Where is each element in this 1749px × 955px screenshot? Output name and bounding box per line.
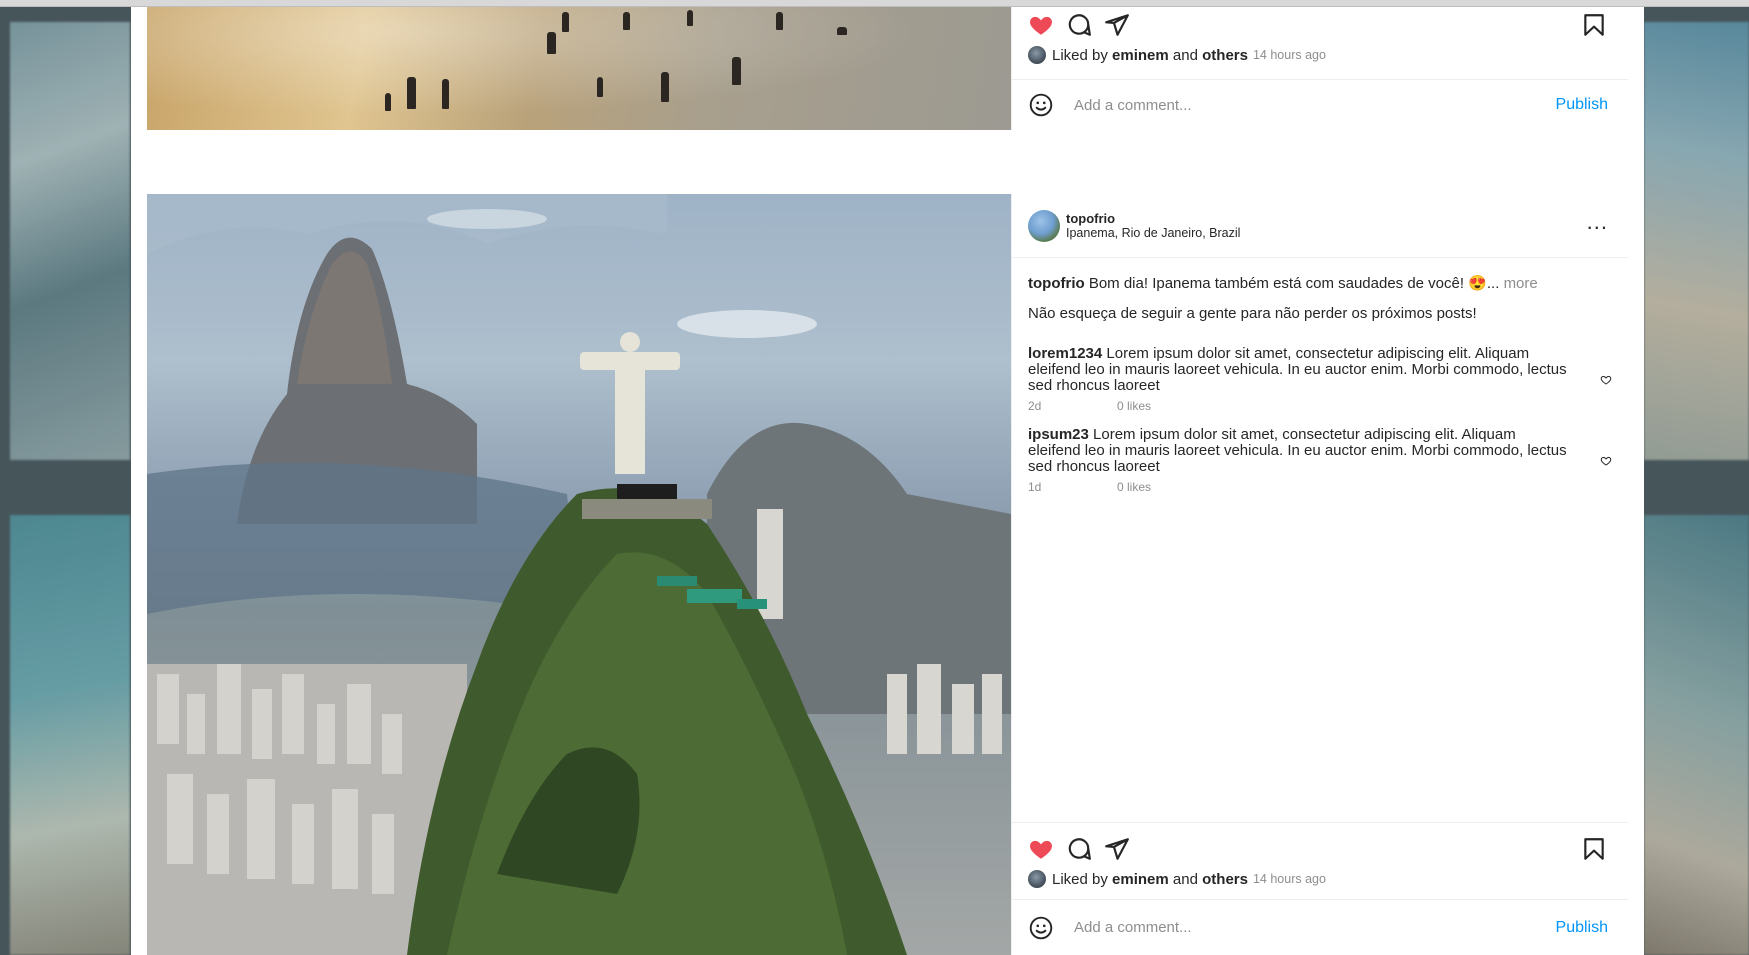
heart-filled-icon[interactable] — [1028, 836, 1054, 862]
caption-text: Bom dia! Ipanema também está com saudade… — [1088, 275, 1500, 292]
post-timestamp: 14 hours ago — [1252, 48, 1326, 62]
comment-text: Lorem ipsum dolor sit amet, consectetur … — [1028, 345, 1567, 394]
comment-age: 2d — [1028, 399, 1042, 413]
background-post-thumbnail — [10, 22, 130, 460]
browser-top-strip — [0, 0, 1749, 7]
liked-by-text: Liked by — [1052, 46, 1108, 64]
bookmark-icon[interactable] — [1581, 12, 1607, 38]
share-icon[interactable] — [1104, 12, 1130, 38]
caption-line-2: Não esqueça de seguir a gente para não p… — [1028, 305, 1477, 322]
comment-age: 1d — [1028, 480, 1042, 494]
more-options-button[interactable]: ... — [1583, 210, 1612, 241]
comment-username-link[interactable]: ipsum23 — [1028, 426, 1089, 443]
comments-list[interactable]: topofrio Bom dia! Ipanema também está co… — [1012, 258, 1628, 822]
comment-likes-count[interactable]: 0 likes — [1117, 399, 1151, 413]
share-icon[interactable] — [1104, 836, 1130, 862]
liked-by-and-text: and — [1172, 870, 1198, 888]
post-actions: Liked by eminem and others 14 hours ago — [1012, 7, 1628, 65]
background-post-thumbnail — [1644, 22, 1749, 460]
caption-more-link[interactable]: more — [1504, 275, 1538, 292]
emoji-icon[interactable] — [1028, 92, 1054, 118]
comment-item: ipsum23 Lorem ipsum dolor sit amet, cons… — [1028, 427, 1612, 494]
post-image-beach[interactable] — [147, 7, 1011, 130]
background-post-thumbnail — [10, 515, 130, 955]
post-timestamp: 14 hours ago — [1252, 872, 1326, 886]
liker-avatar[interactable] — [1028, 870, 1046, 888]
post-location-link[interactable]: Ipanema, Rio de Janeiro, Brazil — [1066, 226, 1240, 241]
post-side-panel: Liked by eminem and others 14 hours ago … — [1011, 7, 1628, 130]
comment-text: Lorem ipsum dolor sit amet, consectetur … — [1028, 426, 1567, 475]
post-side-panel: topofrio Ipanema, Rio de Janeiro, Brazil… — [1011, 194, 1628, 955]
post-card: topofrio Ipanema, Rio de Janeiro, Brazil… — [147, 194, 1628, 955]
liker-avatar[interactable] — [1028, 46, 1046, 64]
comment-icon[interactable] — [1066, 12, 1092, 38]
comment-item: lorem1234 Lorem ipsum dolor sit amet, co… — [1028, 346, 1612, 413]
liked-by-user-link[interactable]: eminem — [1112, 47, 1169, 64]
rio-landscape-illustration — [147, 194, 1011, 955]
comment-likes-count[interactable]: 0 likes — [1117, 480, 1151, 494]
emoji-icon[interactable] — [1028, 915, 1054, 941]
liked-by-user-link[interactable]: eminem — [1112, 871, 1169, 888]
likes-summary: Liked by eminem and others 14 hours ago — [1028, 45, 1612, 65]
background-post-thumbnail — [1644, 515, 1749, 955]
caption-username-link[interactable]: topofrio — [1028, 275, 1085, 292]
user-avatar[interactable] — [1028, 209, 1060, 242]
post-image-christ-the-redeemer[interactable] — [147, 194, 1011, 955]
post-card-previous: Liked by eminem and others 14 hours ago … — [147, 7, 1628, 130]
post-username-link[interactable]: topofrio — [1066, 211, 1240, 226]
post-caption: topofrio Bom dia! Ipanema também está co… — [1028, 274, 1612, 294]
publish-button[interactable]: Publish — [1556, 919, 1608, 937]
liked-by-others-link[interactable]: others — [1202, 47, 1248, 64]
comment-heart-icon[interactable] — [1600, 374, 1612, 386]
comment-username-link[interactable]: lorem1234 — [1028, 345, 1102, 362]
comment-heart-icon[interactable] — [1600, 455, 1612, 467]
heart-filled-icon[interactable] — [1028, 12, 1054, 38]
post-actions: Liked by eminem and others 14 hours ago — [1012, 822, 1628, 889]
likes-summary: Liked by eminem and others 14 hours ago — [1028, 869, 1612, 889]
bookmark-icon[interactable] — [1581, 836, 1607, 862]
comment-input[interactable] — [1074, 96, 1556, 114]
publish-button[interactable]: Publish — [1556, 96, 1608, 114]
liked-by-text: Liked by — [1052, 870, 1108, 888]
add-comment-bar: Publish — [1012, 899, 1628, 955]
comment-icon[interactable] — [1066, 836, 1092, 862]
post-header: topofrio Ipanema, Rio de Janeiro, Brazil… — [1012, 194, 1628, 258]
comment-input[interactable] — [1074, 919, 1556, 936]
add-comment-bar: Publish — [1012, 79, 1628, 130]
liked-by-and-text: and — [1172, 46, 1198, 64]
liked-by-others-link[interactable]: others — [1202, 871, 1248, 888]
